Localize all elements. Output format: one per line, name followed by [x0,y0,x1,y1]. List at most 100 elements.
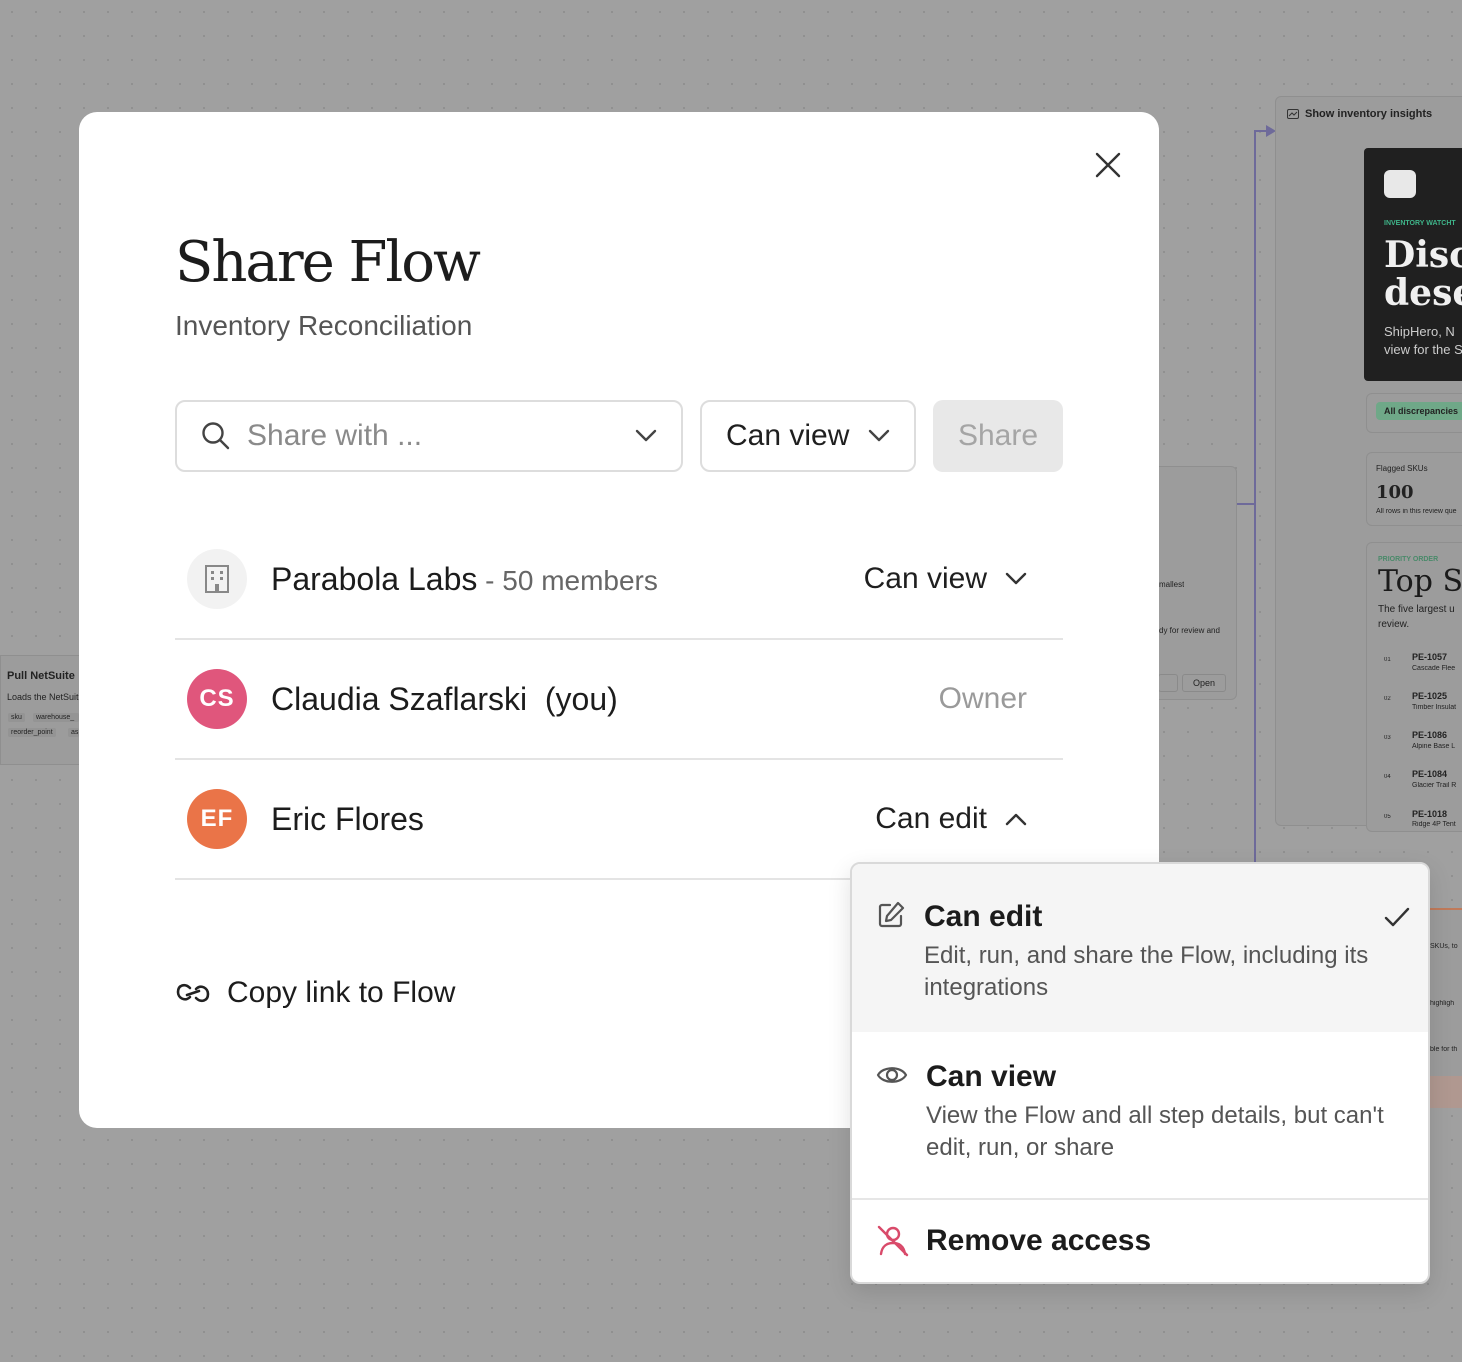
priority-eyebrow: PRIORITY ORDER [1378,556,1439,563]
right-fragment: highligh [1430,1000,1455,1007]
user-remove-icon [877,1225,909,1257]
share-button[interactable]: Share [933,400,1063,472]
flagged-label: Flagged SKUs [1376,464,1428,473]
sku-label: PE-1025 [1412,691,1448,701]
flagged-note: All rows in this review que [1376,508,1457,515]
member-permission-dropdown[interactable]: Can view [864,562,1027,596]
permission-select[interactable]: Can view [700,400,916,472]
flagged-value: 100 [1376,482,1414,503]
member-permission-label: Can view [863,562,987,595]
node-chip: sku [8,713,25,722]
rank-label: 01 [1384,657,1391,663]
hero-heading-1: Disc [1384,234,1462,276]
option-title: Can edit [924,900,1043,933]
search-icon[interactable] [1158,674,1178,692]
mid-card-text: dy for review and [1159,626,1220,635]
rank-label: 05 [1384,814,1391,820]
building-icon [205,565,229,593]
sku-name: Ridge 4P Tent [1412,821,1456,828]
flow-name: Inventory Reconciliation [175,310,473,341]
priority-desc-1: The five largest u [1378,604,1455,615]
remove-access-option[interactable]: Remove access [852,1200,1428,1282]
share-with-input[interactable]: Share with ... [175,400,683,472]
chevron-up-icon [1005,813,1027,826]
hero-card: INVENTORY WATCHT Disc dese ShipHero, N v… [1364,148,1462,381]
insights-title: Show inventory insights [1305,108,1433,120]
sku-name: Glacier Trail R [1412,782,1457,789]
rank-label: 02 [1384,696,1391,702]
option-description: View the Flow and all step details, but … [926,1102,1384,1161]
priority-heading: Top SK [1378,564,1462,599]
pencil-icon [878,901,905,928]
member-permission-label: Can edit [875,802,987,835]
member-count: 50 members [502,564,658,596]
eye-icon [876,1067,908,1083]
member-separator: - [477,564,503,596]
member-row-claudia: CS Claudia Szaflarski (you) Owner [175,640,1063,760]
member-list: Parabola Labs - 50 members Can view CS C… [175,520,1063,880]
organization-name: Parabola Labs [271,560,478,597]
member-permission-dropdown[interactable]: Can edit [875,802,1027,836]
option-can-edit[interactable]: Can edit Edit, run, and share the Flow, … [852,864,1428,1032]
organization-avatar [187,549,247,609]
member-permission-label: Owner [938,682,1027,715]
owner-label: Owner [939,682,1027,716]
share-controls: Share with ... Can view Share [175,400,1063,472]
right-strip [1430,1076,1462,1108]
hero-body-2: view for the S [1384,342,1462,357]
sku-label: PE-1057 [1412,652,1448,662]
right-fragment: SKUs, to [1430,943,1458,950]
remove-access-label: Remove access [926,1224,1152,1257]
open-button[interactable]: Open [1182,674,1226,692]
option-can-view[interactable]: Can view View the Flow and all step deta… [852,1032,1428,1198]
node-chip: warehouse_ [33,713,79,722]
sku-name: Timber Insulat [1412,704,1457,711]
member-name: Parabola Labs - 50 members [271,561,658,598]
copy-link-label: Copy link to Flow [227,976,456,1009]
chevron-down-icon[interactable] [635,429,657,443]
permission-select-value: Can view [726,419,850,452]
current-user-tag: (you) [544,680,618,717]
option-description: Edit, run, and share the Flow, including… [924,942,1369,1001]
copy-link-button[interactable]: Copy link to Flow [175,976,455,1010]
sku-label: PE-1084 [1412,769,1448,779]
avatar: CS [187,669,247,729]
close-icon[interactable] [1094,151,1122,179]
priority-desc-2: review. [1378,619,1410,630]
node-chip: as [68,728,79,737]
node-desc: Loads the NetSuit [7,692,79,702]
right-fragment: ble for th [1430,1046,1458,1053]
chart-icon [1287,109,1299,119]
sku-name: Alpine Base L [1412,743,1456,750]
member-full-name: Claudia Szaflarski [271,680,528,717]
node-chip: reorder_point [8,728,56,737]
checkmark-icon [1384,907,1410,927]
sku-name: Cascade Flee [1412,665,1456,672]
open-label: Open [1192,678,1216,688]
option-title: Can view [926,1060,1057,1093]
node-title: Pull NetSuite [7,670,75,682]
member-row-parabola-labs: Parabola Labs - 50 members Can view [175,520,1063,640]
rank-label: 03 [1384,735,1391,741]
hero-heading-2: dese [1384,272,1462,314]
sku-label: PE-1018 [1412,809,1448,819]
chevron-down-icon [868,429,890,442]
member-name: Claudia Szaflarski (you) [271,681,618,718]
permission-dropdown-menu: Can edit Edit, run, and share the Flow, … [850,862,1430,1284]
member-name: Eric Flores [271,800,424,837]
share-with-placeholder: Share with ... [247,419,423,452]
rank-label: 04 [1384,774,1391,780]
link-icon [176,983,210,1003]
chevron-down-icon [1005,572,1027,585]
hero-body-1: ShipHero, N [1384,324,1455,339]
logo-icon [1384,170,1416,198]
hero-eyebrow: INVENTORY WATCHT [1384,220,1456,227]
close-button[interactable] [1091,148,1125,182]
filter-chip[interactable]: All discrepancies [1376,402,1462,420]
search-icon [202,422,230,450]
sku-label: PE-1086 [1412,730,1448,740]
avatar: EF [187,789,247,849]
mid-card-text: mallest [1159,580,1185,589]
modal-title: Share Flow [175,230,481,295]
connector-line [1254,130,1256,870]
